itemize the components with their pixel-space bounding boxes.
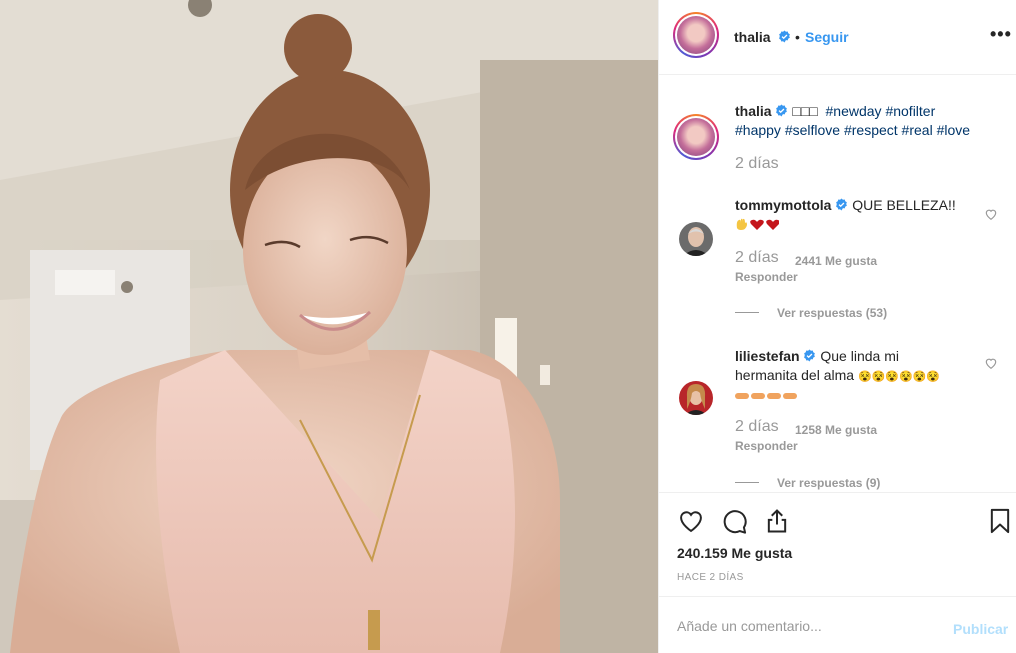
save-bookmark-icon[interactable] — [986, 507, 1014, 535]
comment-1-like-icon[interactable] — [984, 207, 998, 221]
comment-1-time[interactable]: 2 días — [735, 249, 779, 267]
post-side-panel: thalia • Seguir ••• thalia □□□ #newday #… — [658, 0, 1016, 653]
comment-2-likes[interactable]: 1258 Me gusta — [795, 423, 877, 437]
comment-2-username[interactable]: liliestefan — [735, 348, 800, 364]
caption-emoji: □□□ — [792, 103, 818, 119]
publish-button[interactable]: Publicar — [953, 621, 1008, 637]
comment-1-replies-line — [735, 312, 759, 313]
caption-avatar[interactable] — [673, 114, 719, 160]
comment-input[interactable] — [677, 615, 937, 637]
caption-line-1: thalia □□□ #newday #nofilter — [735, 102, 1005, 121]
comment-1-username[interactable]: tommymottola — [735, 197, 831, 213]
comment-1-line-1: tommymottola QUE BELLEZA!! — [735, 196, 975, 215]
caption-hashtags-2[interactable]: #happy #selflove #respect #real #love — [735, 121, 1005, 140]
comment-2-time[interactable]: 2 días — [735, 418, 779, 436]
comment-2-replies-line — [735, 482, 759, 483]
comment-2-like-icon[interactable] — [984, 356, 998, 370]
commenter-avatar-tommymottola[interactable] — [679, 222, 713, 256]
like-heart-icon[interactable] — [677, 507, 705, 535]
caption-hashtags-1[interactable]: #newday #nofilter — [826, 103, 936, 119]
comment-1-view-replies[interactable]: Ver respuestas (53) — [777, 306, 887, 320]
comment-1-likes[interactable]: 2441 Me gusta — [795, 254, 877, 268]
caption-time[interactable]: 2 días — [735, 155, 779, 173]
header-separator: • — [795, 29, 800, 45]
comment-1-text: QUE BELLEZA!! — [852, 197, 956, 213]
comment-2-verified-icon — [804, 349, 816, 362]
comment-2-reply-button[interactable]: Responder — [735, 439, 798, 453]
post-photo[interactable] — [0, 0, 658, 653]
comment-1-emojis — [735, 217, 780, 231]
comment-bubble-icon[interactable] — [720, 507, 748, 535]
likes-count[interactable]: 240.159 Me gusta — [677, 545, 792, 561]
share-icon[interactable] — [763, 507, 791, 535]
verified-badge-icon — [779, 30, 790, 43]
comment-2-text: Que linda mi — [820, 348, 899, 364]
post-timestamp[interactable]: HACE 2 DÍAS — [677, 572, 744, 583]
comment-2-emoji: 😵😵😵😵😵😵 — [857, 371, 941, 383]
comment-2-view-replies[interactable]: Ver respuestas (9) — [777, 476, 880, 490]
commenter-avatar-liliestefan[interactable] — [679, 381, 713, 415]
instagram-post: thalia • Seguir ••• thalia □□□ #newday #… — [0, 0, 1016, 653]
author-avatar[interactable] — [673, 12, 719, 58]
post-header: thalia • Seguir ••• — [659, 0, 1016, 75]
caption-username[interactable]: thalia — [735, 103, 772, 119]
comment-2-emoji-row — [735, 388, 799, 406]
comment-2-text-2: hermanita del alma — [735, 367, 855, 383]
add-comment-bar: Publicar — [659, 596, 1016, 653]
selfie-image — [0, 0, 658, 653]
comment-2-line-1: liliestefan Que linda mi — [735, 347, 975, 366]
follow-button[interactable]: Seguir — [805, 29, 849, 45]
header-username[interactable]: thalia — [734, 29, 771, 45]
more-options-icon[interactable]: ••• — [990, 24, 1012, 45]
comment-2-line-2: hermanita del alma 😵😵😵😵😵😵 — [735, 366, 975, 387]
caption-verified-icon — [776, 104, 788, 117]
comments-list[interactable]: thalia □□□ #newday #nofilter #happy #sel… — [659, 76, 1016, 492]
comment-1-reply-button[interactable]: Responder — [735, 270, 798, 284]
comment-1-verified-icon — [836, 198, 848, 211]
post-actions: 240.159 Me gusta HACE 2 DÍAS — [659, 492, 1016, 596]
